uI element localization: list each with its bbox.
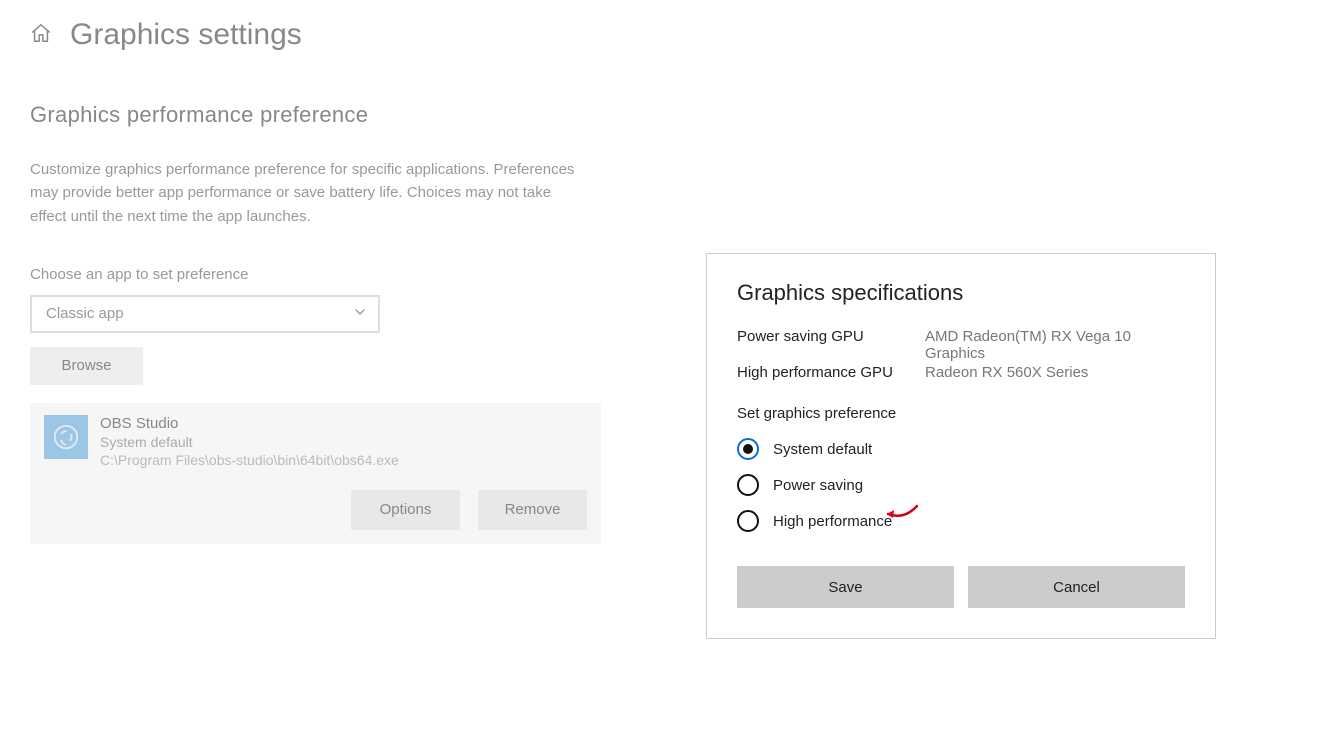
obs-app-icon [44, 415, 88, 459]
chevron-down-icon [354, 305, 366, 322]
save-button[interactable]: Save [737, 566, 954, 608]
home-icon[interactable] [30, 22, 52, 49]
spec-grid: Power saving GPU AMD Radeon(TM) RX Vega … [737, 328, 1185, 381]
browse-button[interactable]: Browse [30, 347, 143, 385]
preference-radio-group: System default Power saving High perform… [737, 438, 1185, 532]
section-heading: Graphics performance preference [30, 102, 620, 128]
radio-indicator [737, 474, 759, 496]
panel-actions: Save Cancel [737, 566, 1185, 608]
app-type-dropdown[interactable]: Classic app [30, 295, 380, 333]
dropdown-value: Classic app [46, 305, 124, 322]
radio-system-default[interactable]: System default [737, 438, 1185, 460]
radio-label: System default [773, 441, 872, 458]
page-header: Graphics settings [0, 0, 1320, 52]
section-description: Customize graphics performance preferenc… [30, 158, 590, 228]
cancel-button[interactable]: Cancel [968, 566, 1185, 608]
app-card: OBS Studio System default C:\Program Fil… [30, 403, 601, 544]
app-row: OBS Studio System default C:\Program Fil… [44, 415, 587, 468]
high-perf-gpu-value: Radeon RX 560X Series [925, 364, 1185, 381]
radio-indicator [737, 510, 759, 532]
radio-power-saving[interactable]: Power saving [737, 474, 1185, 496]
app-name: OBS Studio [100, 415, 399, 432]
panel-heading: Graphics specifications [737, 280, 1185, 306]
radio-label: High performance [773, 513, 892, 530]
set-preference-heading: Set graphics preference [737, 405, 1185, 422]
main-content: Graphics performance preference Customiz… [0, 102, 620, 544]
app-card-actions: Options Remove [44, 490, 587, 530]
app-meta: OBS Studio System default C:\Program Fil… [100, 415, 399, 468]
graphics-spec-panel: Graphics specifications Power saving GPU… [706, 253, 1216, 639]
radio-indicator-selected [737, 438, 759, 460]
app-path: C:\Program Files\obs-studio\bin\64bit\ob… [100, 452, 399, 468]
choose-app-label: Choose an app to set preference [30, 266, 620, 283]
power-saving-gpu-label: Power saving GPU [737, 328, 925, 362]
app-preference: System default [100, 434, 399, 450]
options-button[interactable]: Options [351, 490, 460, 530]
high-perf-gpu-label: High performance GPU [737, 364, 925, 381]
radio-high-performance[interactable]: High performance [737, 510, 1185, 532]
radio-label: Power saving [773, 477, 863, 494]
power-saving-gpu-value: AMD Radeon(TM) RX Vega 10 Graphics [925, 328, 1185, 362]
page-title: Graphics settings [70, 18, 302, 52]
remove-button[interactable]: Remove [478, 490, 587, 530]
